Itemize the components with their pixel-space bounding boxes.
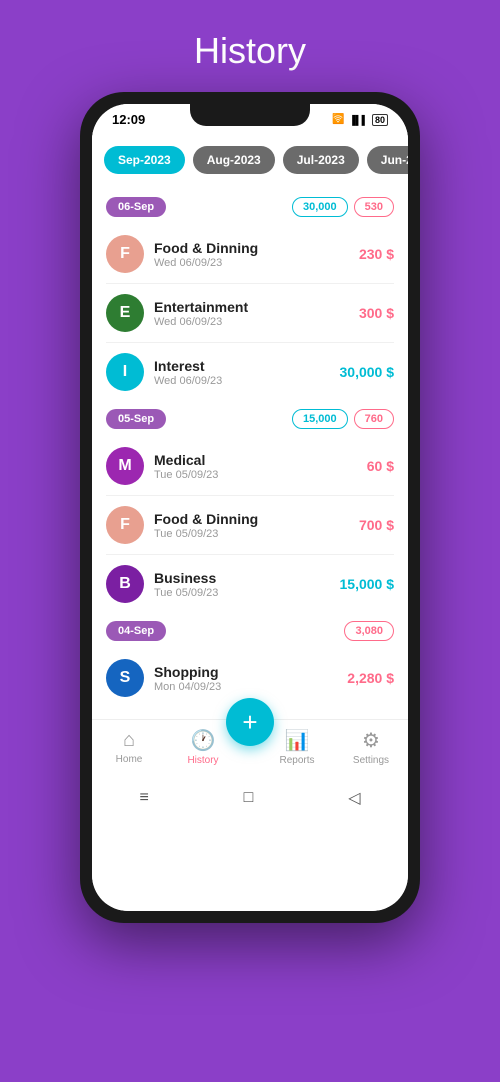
nav-item-home[interactable]: ⌂ Home (92, 729, 166, 765)
nav-item-settings[interactable]: ⚙ Settings (334, 728, 408, 766)
tx-amount-business-0509: 15,000 $ (340, 576, 395, 592)
details-shopping-0409: Shopping Mon 04/09/23 (154, 664, 337, 693)
transaction-medical-0509: M Medical Tue 05/09/23 60 $ (92, 439, 408, 493)
transaction-business-0509: B Business Tue 05/09/23 15,000 $ (92, 557, 408, 611)
avatar-business-0509: B (106, 565, 144, 603)
history-icon: 🕐 (191, 728, 216, 753)
tx-name-food-0609: Food & Dinning (154, 240, 349, 256)
tx-amount-entertainment-0609: 300 $ (359, 305, 394, 321)
avatar-shopping-0409: S (106, 659, 144, 697)
date-amounts-05sep: 15,000 760 (292, 409, 394, 429)
nav-label-history: History (187, 755, 218, 766)
phone-content: Sep-2023 Aug-2023 Jul-2023 Jun-2 06-Sep … (92, 131, 408, 911)
date-label-06sep: 06-Sep (106, 197, 166, 217)
phone-screen: 12:09 ◎ 🛜 ▐▌▌ 80 Sep-2023 Aug-2023 Jul-2… (92, 104, 408, 911)
settings-icon: ⚙ (362, 728, 380, 753)
date-label-05sep: 05-Sep (106, 409, 166, 429)
avatar-food-0609: F (106, 235, 144, 273)
section-06-sep: 06-Sep 30,000 530 (92, 197, 408, 227)
tx-date-food-0609: Wed 06/09/23 (154, 257, 349, 269)
bottom-nav: ⌂ Home 🕐 History + 📊 Reports ⚙ Settings (92, 719, 408, 778)
avatar-food-0509: F (106, 506, 144, 544)
back-icon: ◁ (348, 788, 360, 808)
signal-icon: ▐▌▌ (349, 115, 368, 125)
transaction-entertainment-0609: E Entertainment Wed 06/09/23 300 $ (92, 286, 408, 340)
transaction-shopping-0409: S Shopping Mon 04/09/23 2,280 $ (92, 651, 408, 705)
date-amounts-06sep: 30,000 530 (292, 197, 394, 217)
phone-frame: 12:09 ◎ 🛜 ▐▌▌ 80 Sep-2023 Aug-2023 Jul-2… (80, 92, 420, 923)
tx-name-shopping-0409: Shopping (154, 664, 337, 680)
tx-amount-food-0509: 700 $ (359, 517, 394, 533)
tx-name-medical-0509: Medical (154, 452, 357, 468)
battery-icon: 80 (372, 114, 388, 126)
date-label-04sep: 04-Sep (106, 621, 166, 641)
expense-badge-06sep: 530 (354, 197, 394, 217)
tx-name-interest-0609: Interest (154, 358, 330, 374)
tx-name-entertainment-0609: Entertainment (154, 299, 349, 315)
divider (106, 495, 394, 496)
details-business-0509: Business Tue 05/09/23 (154, 570, 330, 599)
tx-date-food-0509: Tue 05/09/23 (154, 528, 349, 540)
details-entertainment-0609: Entertainment Wed 06/09/23 (154, 299, 349, 328)
status-icons: 🛜 ▐▌▌ 80 (332, 114, 388, 126)
avatar-medical-0509: M (106, 447, 144, 485)
tx-date-business-0509: Tue 05/09/23 (154, 587, 330, 599)
section-05-sep: 05-Sep 15,000 760 (92, 409, 408, 439)
date-header-04sep: 04-Sep 3,080 (106, 621, 394, 641)
month-tabs-bar: Sep-2023 Aug-2023 Jul-2023 Jun-2 (92, 131, 408, 187)
wifi-icon: 🛜 (332, 114, 344, 125)
nav-label-reports: Reports (279, 755, 314, 766)
home-system-icon: □ (244, 789, 254, 807)
nav-label-home: Home (116, 754, 143, 765)
menu-icon: ≡ (139, 789, 148, 807)
date-header-05sep: 05-Sep 15,000 760 (106, 409, 394, 429)
month-tab-jun2023[interactable]: Jun-2 (367, 146, 408, 174)
divider (106, 554, 394, 555)
tx-date-medical-0509: Tue 05/09/23 (154, 469, 357, 481)
tx-amount-medical-0509: 60 $ (367, 458, 394, 474)
tx-name-food-0509: Food & Dinning (154, 511, 349, 527)
tx-date-shopping-0409: Mon 04/09/23 (154, 681, 337, 693)
system-nav: ≡ □ ◁ (92, 778, 408, 822)
divider (106, 342, 394, 343)
tx-amount-food-0609: 230 $ (359, 246, 394, 262)
reports-icon: 📊 (285, 728, 310, 753)
tx-name-business-0509: Business (154, 570, 330, 586)
expense-badge-04sep: 3,080 (344, 621, 394, 641)
expense-badge-05sep: 760 (354, 409, 394, 429)
details-food-0609: Food & Dinning Wed 06/09/23 (154, 240, 349, 269)
plus-icon: + (242, 707, 257, 738)
details-food-0509: Food & Dinning Tue 05/09/23 (154, 511, 349, 540)
date-header-06sep: 06-Sep 30,000 530 (106, 197, 394, 217)
month-tab-jul2023[interactable]: Jul-2023 (283, 146, 359, 174)
nav-item-reports[interactable]: 📊 Reports (260, 728, 334, 766)
fab-add-button[interactable]: + (226, 698, 274, 746)
details-medical-0509: Medical Tue 05/09/23 (154, 452, 357, 481)
nav-label-settings: Settings (353, 755, 389, 766)
transaction-food-0609: F Food & Dinning Wed 06/09/23 230 $ (92, 227, 408, 281)
income-badge-05sep: 15,000 (292, 409, 348, 429)
tx-amount-interest-0609: 30,000 $ (340, 364, 395, 380)
month-tab-sep2023[interactable]: Sep-2023 (104, 146, 185, 174)
section-04-sep: 04-Sep 3,080 (92, 621, 408, 651)
avatar-interest-0609: I (106, 353, 144, 391)
income-badge-06sep: 30,000 (292, 197, 348, 217)
divider (106, 283, 394, 284)
details-interest-0609: Interest Wed 06/09/23 (154, 358, 330, 387)
avatar-entertainment-0609: E (106, 294, 144, 332)
transaction-interest-0609: I Interest Wed 06/09/23 30,000 $ (92, 345, 408, 399)
page-title: History (194, 30, 306, 72)
notch (190, 104, 310, 126)
status-time: 12:09 (112, 112, 145, 127)
transaction-food-0509: F Food & Dinning Tue 05/09/23 700 $ (92, 498, 408, 552)
tx-date-interest-0609: Wed 06/09/23 (154, 375, 330, 387)
tx-amount-shopping-0409: 2,280 $ (347, 670, 394, 686)
home-icon: ⌂ (123, 729, 135, 752)
tx-date-entertainment-0609: Wed 06/09/23 (154, 316, 349, 328)
date-amounts-04sep: 3,080 (344, 621, 394, 641)
month-tab-aug2023[interactable]: Aug-2023 (193, 146, 275, 174)
